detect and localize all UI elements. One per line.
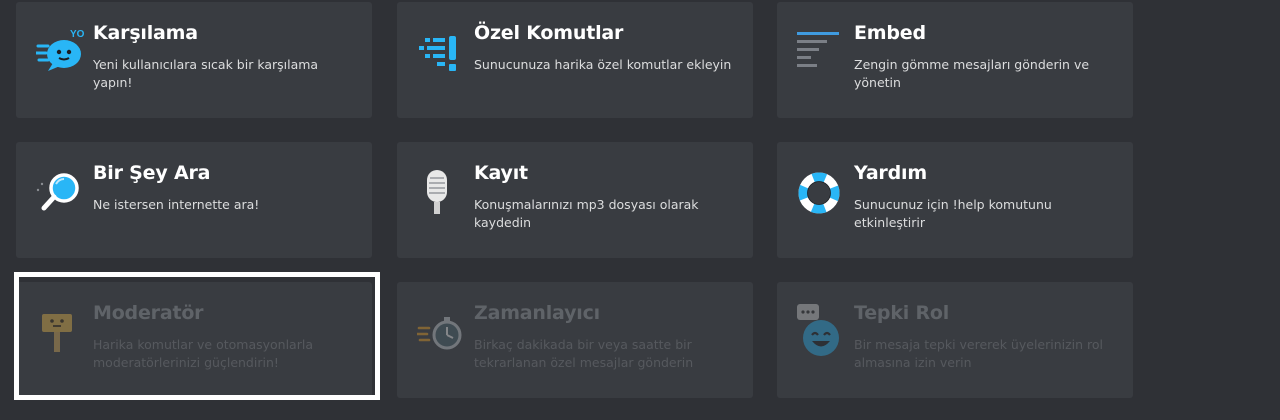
card-description: Harika komutlar ve otomasyonlarla modera… bbox=[93, 337, 313, 370]
ban-hammer-icon bbox=[36, 304, 94, 362]
stopwatch-icon bbox=[417, 304, 475, 362]
card-title: Embed bbox=[854, 22, 926, 44]
module-card-search[interactable]: Bir Şey Ara Ne istersen internette ara! bbox=[16, 142, 372, 258]
module-card-timer[interactable]: Zamanlayıcı Birkaç dakikada bir veya saa… bbox=[397, 282, 753, 398]
card-description: Konuşmalarınızı mp3 dosyası olarak kayde… bbox=[474, 197, 699, 230]
module-card-custom-commands[interactable]: Özel Komutlar Sunucunuza harika özel kom… bbox=[397, 2, 753, 118]
custom-commands-icon bbox=[417, 24, 475, 82]
card-title: Zamanlayıcı bbox=[474, 302, 600, 324]
card-description: Zengin gömme mesajları gönderin ve yönet… bbox=[854, 57, 1090, 90]
card-description: Sunucunuz için !help komutunu etkinleşti… bbox=[854, 197, 1052, 230]
microphone-icon bbox=[417, 164, 475, 222]
card-title: Karşılama bbox=[93, 22, 198, 44]
module-card-embed[interactable]: Embed Zengin gömme mesajları gönderin ve… bbox=[777, 2, 1133, 118]
card-title: Tepki Rol bbox=[854, 302, 950, 324]
svg-text:YO: YO bbox=[70, 29, 85, 40]
card-title: Bir Şey Ara bbox=[93, 162, 211, 184]
card-description: Birkaç dakikada bir veya saatte bir tekr… bbox=[474, 337, 694, 370]
welcome-yo-icon: YO bbox=[36, 24, 94, 82]
card-title: Özel Komutlar bbox=[474, 22, 624, 44]
card-description: Sunucunuza harika özel komutlar ekleyin bbox=[474, 57, 732, 72]
card-description: Ne istersen internette ara! bbox=[93, 197, 260, 212]
card-description: Yeni kullanıcılara sıcak bir karşılama y… bbox=[93, 57, 319, 90]
card-description: Bir mesaja tepki vererek üyelerinizin ro… bbox=[854, 337, 1104, 370]
lifebuoy-icon bbox=[797, 164, 855, 222]
card-title: Yardım bbox=[854, 162, 927, 184]
embed-lines-icon bbox=[797, 24, 855, 82]
card-title: Moderatör bbox=[93, 302, 204, 324]
smiley-reaction-icon bbox=[797, 304, 855, 362]
module-card-recording[interactable]: Kayıt Konuşmalarınızı mp3 dosyası olarak… bbox=[397, 142, 753, 258]
module-card-help[interactable]: Yardım Sunucunuz için !help komutunu etk… bbox=[777, 142, 1133, 258]
module-card-reaction-role[interactable]: Tepki Rol Bir mesaja tepki vererek üyele… bbox=[777, 282, 1133, 398]
card-title: Kayıt bbox=[474, 162, 528, 184]
magnifier-icon bbox=[36, 164, 94, 222]
module-card-moderator[interactable]: Moderatör Harika komutlar ve otomasyonla… bbox=[16, 282, 372, 398]
module-card-welcome[interactable]: YO Karşılama Yeni kullanıcılara sıcak bi… bbox=[16, 2, 372, 118]
